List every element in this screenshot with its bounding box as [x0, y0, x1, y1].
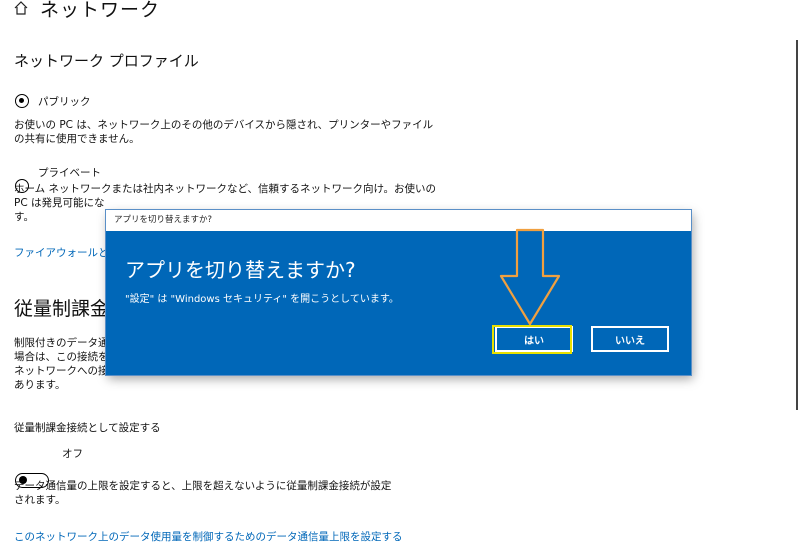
- page-header: ネットワーク: [12, 0, 161, 21]
- public-label: パブリック: [38, 96, 91, 108]
- public-desc-line-1: お使いの PC は、ネットワーク上のその他のデバイスから隠され、プリンターやファ…: [14, 119, 434, 131]
- profile-heading: ネットワーク プロファイル: [14, 52, 199, 70]
- private-desc-line-1: ホーム ネットワークまたは社内ネットワークなど、信頼するネットワーク向け。お使い…: [14, 183, 436, 195]
- firewall-link[interactable]: ファイアウォールとセ: [14, 245, 119, 260]
- limit-desc-line-2: されます。: [14, 494, 66, 506]
- down-arrow-icon: [499, 228, 561, 326]
- yes-button-highlight: [492, 325, 572, 354]
- home-icon[interactable]: [12, 0, 30, 17]
- metered-toggle-state: オフ: [62, 448, 83, 460]
- public-radio[interactable]: [15, 94, 29, 108]
- private-label: プライベート: [38, 167, 101, 179]
- metered-desc-line-4: あります。: [14, 379, 66, 391]
- limit-desc-line-1: データ通信量の上限を設定すると、上限を超えないように従量制課金接続が設定: [14, 480, 392, 492]
- data-limit-link[interactable]: このネットワーク上のデータ使用量を制御するためのデータ通信量上限を設定する: [14, 529, 403, 544]
- no-button[interactable]: いいえ: [591, 326, 669, 352]
- dialog-titlebar: アプリを切り替えますか?: [106, 210, 691, 231]
- metered-desc-line-2: 場合は、この接続を: [14, 351, 109, 363]
- private-desc-line-3: す。: [14, 211, 34, 223]
- metered-toggle-caption: 従量制課金接続として設定する: [14, 422, 161, 434]
- page-title: ネットワーク: [40, 0, 161, 21]
- switch-app-dialog: アプリを切り替えますか? アプリを切り替えますか? "設定" は "Window…: [106, 210, 691, 375]
- dialog-heading: アプリを切り替えますか?: [125, 258, 356, 282]
- scrollbar[interactable]: [796, 40, 798, 410]
- private-desc-line-2: PC は発見可能にな: [14, 197, 105, 209]
- public-desc-line-2: の共有に使用できません。: [14, 133, 140, 145]
- dialog-window-title: アプリを切り替えますか?: [114, 215, 213, 225]
- metered-desc-line-1: 制限付きのデータ通: [14, 337, 109, 349]
- dialog-message: "設定" は "Windows セキュリティ" を開こうとしています。: [125, 294, 399, 305]
